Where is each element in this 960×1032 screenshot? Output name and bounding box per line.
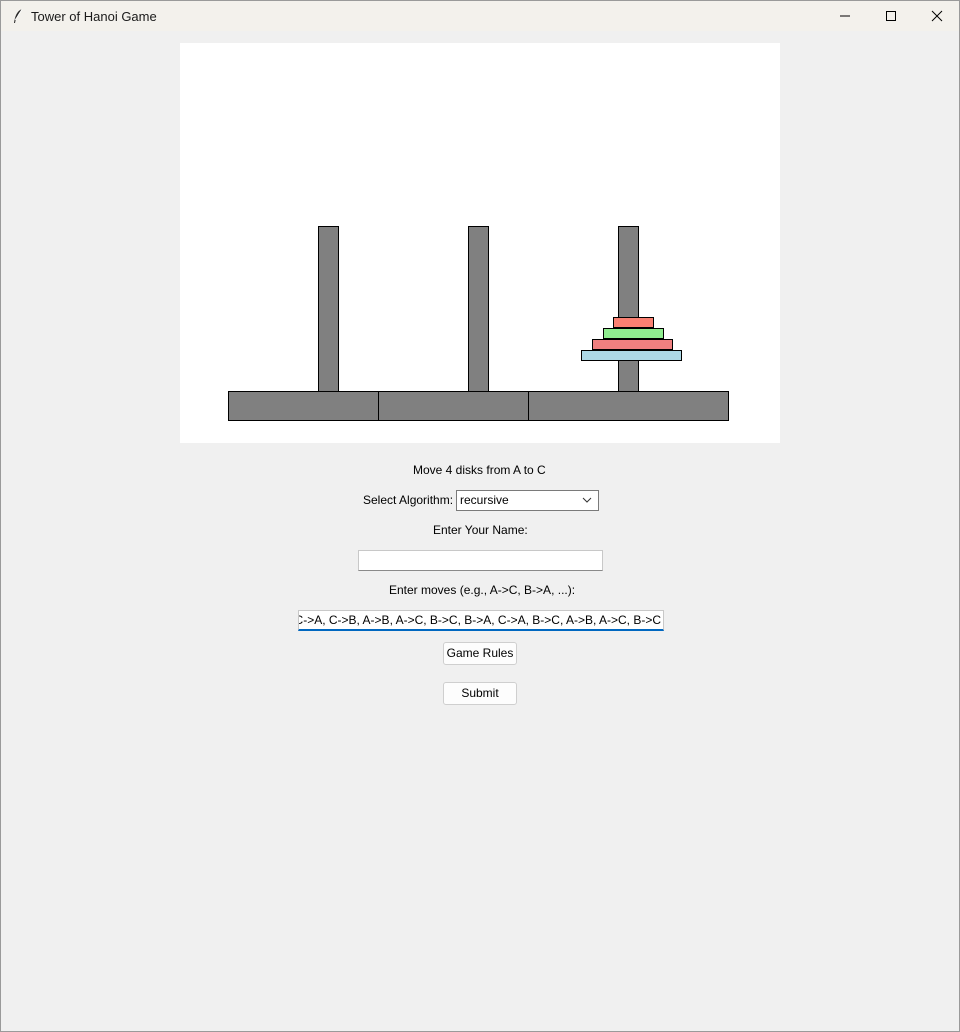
disk-3 <box>592 339 673 350</box>
minimize-icon <box>840 15 850 17</box>
minimize-button[interactable] <box>822 1 868 31</box>
peg-b <box>468 226 489 392</box>
feather-icon <box>14 8 23 23</box>
moves-label: Enter moves (e.g., A->C, B->A, ...): <box>389 583 576 597</box>
disk-1 <box>613 317 654 328</box>
peg-c-base <box>528 391 729 421</box>
moves-input[interactable]: A->B, A->C, B->C, A->B, C->A, C->B, A->B… <box>298 610 664 631</box>
instruction-text: Move 4 disks from A to C <box>413 463 546 477</box>
peg-b-base <box>378 391 529 421</box>
algorithm-select[interactable]: recursive <box>456 490 599 511</box>
app-window: Tower of Hanoi Game Move 4 disks from A … <box>0 0 960 1032</box>
window-title: Tower of Hanoi Game <box>31 9 157 24</box>
moves-value: A->B, A->C, B->C, A->B, C->A, C->B, A->B… <box>299 613 661 627</box>
maximize-icon <box>886 11 896 21</box>
title-bar: Tower of Hanoi Game <box>1 1 959 31</box>
close-icon <box>931 10 943 22</box>
peg-a <box>318 226 339 392</box>
game-canvas <box>180 43 780 443</box>
close-button[interactable] <box>914 1 960 31</box>
game-rules-button[interactable]: Game Rules <box>443 642 517 665</box>
chevron-down-icon <box>582 497 592 503</box>
name-label: Enter Your Name: <box>433 523 528 537</box>
disk-2 <box>603 328 664 339</box>
peg-c <box>618 226 639 392</box>
peg-a-base <box>228 391 379 421</box>
name-input[interactable] <box>358 550 603 571</box>
maximize-button[interactable] <box>868 1 914 31</box>
algorithm-label: Select Algorithm: <box>363 493 454 507</box>
algorithm-value: recursive <box>460 493 509 507</box>
submit-button[interactable]: Submit <box>443 682 517 705</box>
disk-4 <box>581 350 682 361</box>
